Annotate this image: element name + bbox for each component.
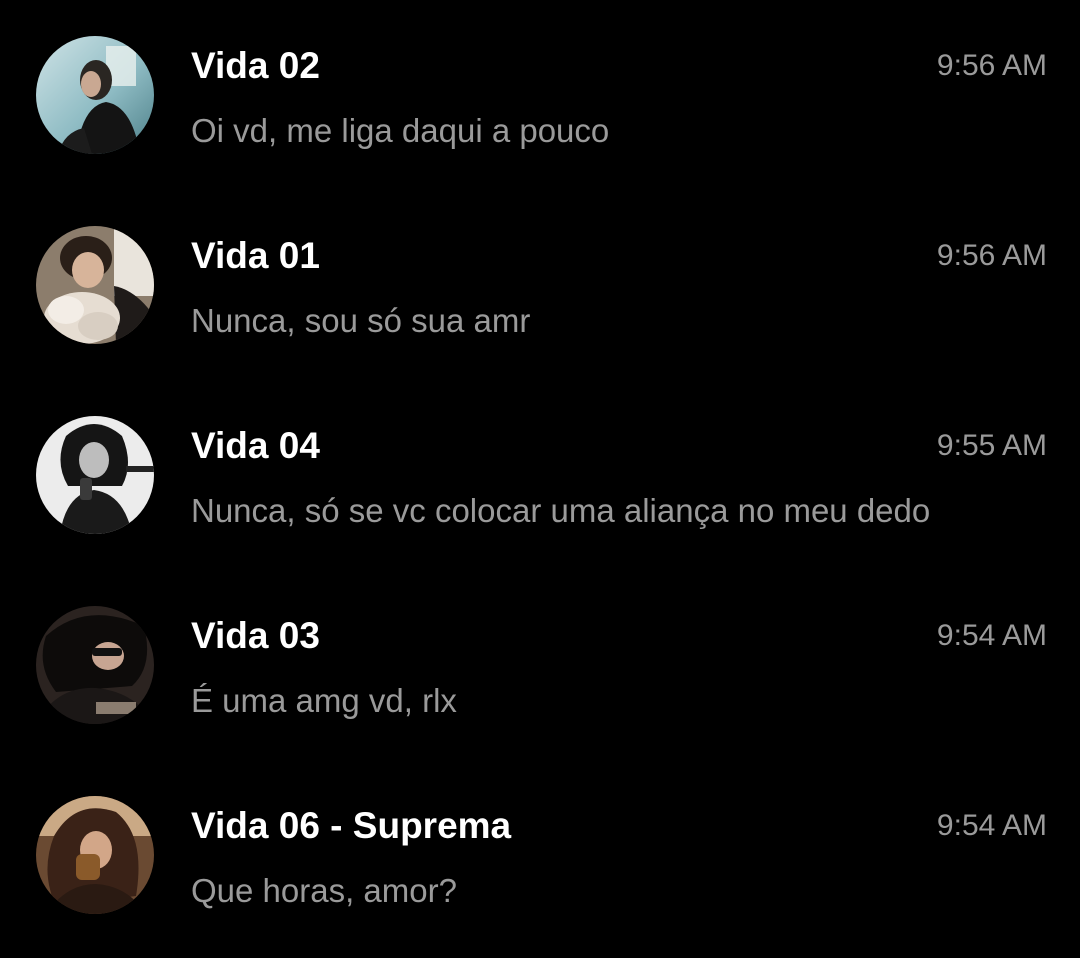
avatar-photo-icon xyxy=(36,796,154,914)
avatar[interactable] xyxy=(36,606,154,724)
contact-name: Vida 04 xyxy=(191,425,320,466)
avatar[interactable] xyxy=(36,226,154,344)
chat-row-vida-06-suprema[interactable]: Vida 06 - Suprema 9:54 AM Que horas, amo… xyxy=(0,760,1080,950)
chat-row-vida-04[interactable]: Vida 04 9:55 AM Nunca, só se vc colocar … xyxy=(0,380,1080,570)
chat-row-vida-01[interactable]: Vida 01 9:56 AM Nunca, sou só sua amr xyxy=(0,190,1080,380)
chat-list: Vida 02 9:56 AM Oi vd, me liga daqui a p… xyxy=(0,0,1080,958)
avatar[interactable] xyxy=(36,36,154,154)
avatar-photo-icon xyxy=(36,416,154,534)
message-timestamp: 9:55 AM xyxy=(936,429,1047,462)
message-preview: Oi vd, me liga daqui a pouco xyxy=(191,112,610,149)
message-preview: Que horas, amor? xyxy=(191,872,457,909)
message-preview: Nunca, só se vc colocar uma aliança no m… xyxy=(191,492,931,529)
avatar[interactable] xyxy=(36,796,154,914)
message-timestamp: 9:56 AM xyxy=(936,239,1047,272)
avatar-photo-icon xyxy=(36,36,154,154)
avatar[interactable] xyxy=(36,416,154,534)
message-timestamp: 9:54 AM xyxy=(936,809,1047,842)
avatar-photo-icon xyxy=(36,606,154,724)
contact-name: Vida 06 - Suprema xyxy=(191,805,512,846)
contact-name: Vida 02 xyxy=(191,45,320,86)
chat-row-vida-02[interactable]: Vida 02 9:56 AM Oi vd, me liga daqui a p… xyxy=(0,0,1080,190)
message-timestamp: 9:54 AM xyxy=(936,619,1047,652)
message-preview: Nunca, sou só sua amr xyxy=(191,302,531,339)
message-timestamp: 9:56 AM xyxy=(936,49,1047,82)
message-preview: É uma amg vd, rlx xyxy=(191,682,457,719)
contact-name: Vida 03 xyxy=(191,615,320,656)
contact-name: Vida 01 xyxy=(191,235,320,276)
chat-row-vida-03[interactable]: Vida 03 9:54 AM É uma amg vd, rlx xyxy=(0,570,1080,760)
avatar-photo-icon xyxy=(36,226,154,344)
